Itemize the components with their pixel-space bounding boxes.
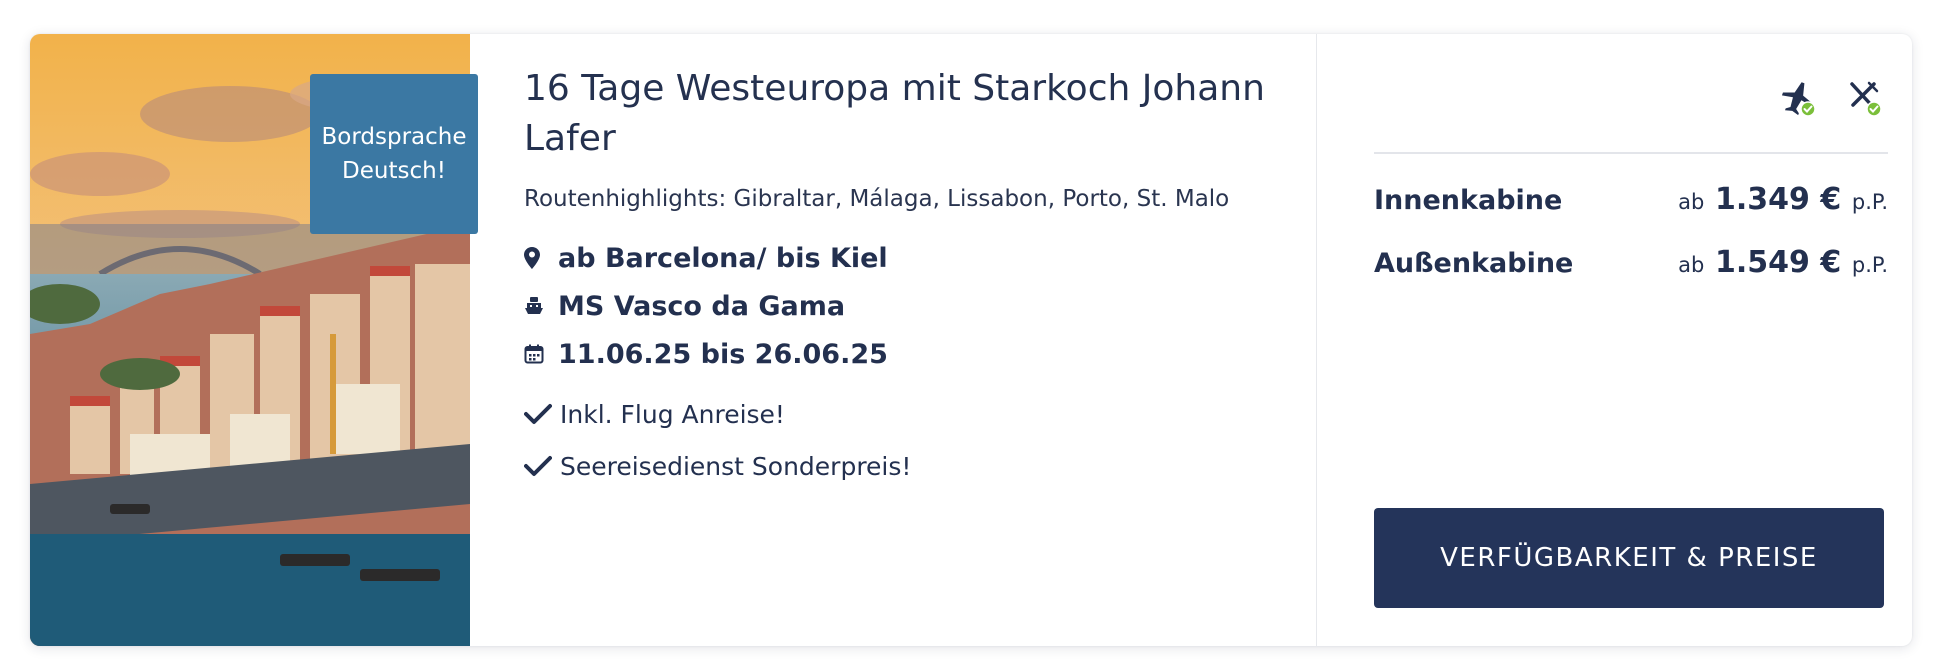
cabin-price: ab 1.549 € p.P. <box>1678 245 1888 280</box>
price-row-inside-cabin: Innenkabine ab 1.349 € p.P. <box>1374 182 1888 217</box>
column-divider <box>1316 34 1317 646</box>
feature-text: Seereisedienst Sonderpreis! <box>560 451 912 481</box>
offer-meta: ab Barcelona/ bis Kiel MS Vasco da Gama … <box>524 234 1304 378</box>
route-highlights: Routenhighlights: Gibraltar, Málaga, Lis… <box>524 186 1230 212</box>
price-panel: Innenkabine ab 1.349 € p.P. Außenkabine … <box>1374 34 1888 646</box>
ship-row: MS Vasco da Gama <box>524 282 1304 330</box>
price-amount: 1.349 € <box>1715 182 1842 217</box>
ship-icon <box>524 296 558 316</box>
price-suffix: p.P. <box>1851 253 1888 277</box>
travel-dates: 11.06.25 bis 26.06.25 <box>558 338 888 370</box>
offer-details: 16 Tage Westeuropa mit Starkoch Johann L… <box>524 64 1304 492</box>
checkmark-icon <box>524 403 560 425</box>
checkmark-icon <box>524 455 560 477</box>
ship-name: MS Vasco da Gama <box>558 290 846 322</box>
cruise-offer-card: Bordsprache Deutsch! 16 Tage Westeuropa … <box>30 34 1912 646</box>
flight-included-icon[interactable] <box>1778 78 1818 122</box>
cabin-type: Innenkabine <box>1374 185 1563 216</box>
price-prefix: ab <box>1678 253 1705 277</box>
price-suffix: p.P. <box>1851 190 1888 214</box>
offer-title[interactable]: 16 Tage Westeuropa mit Starkoch Johann L… <box>524 64 1304 164</box>
map-pin-icon <box>524 247 558 269</box>
feature-item: Seereisedienst Sonderpreis! <box>524 440 1304 492</box>
price-prefix: ab <box>1678 190 1705 214</box>
language-badge-text: Bordsprache Deutsch! <box>321 124 467 184</box>
dining-included-icon[interactable] <box>1844 78 1884 122</box>
cabin-price: ab 1.349 € p.P. <box>1678 182 1888 217</box>
price-separator <box>1374 152 1888 154</box>
feature-item: Inkl. Flug Anreise! <box>524 388 1304 440</box>
price-amount: 1.549 € <box>1715 245 1842 280</box>
route-text: ab Barcelona/ bis Kiel <box>558 242 888 274</box>
route-row: ab Barcelona/ bis Kiel <box>524 234 1304 282</box>
dates-row: 11.06.25 bis 26.06.25 <box>524 330 1304 378</box>
feature-icons <box>1778 78 1884 122</box>
calendar-icon <box>524 344 558 364</box>
price-row-outside-cabin: Außenkabine ab 1.549 € p.P. <box>1374 245 1888 280</box>
cabin-type: Außenkabine <box>1374 248 1574 279</box>
feature-text: Inkl. Flug Anreise! <box>560 399 785 429</box>
availability-prices-button[interactable]: VERFÜGBARKEIT & PREISE <box>1374 508 1884 608</box>
language-badge: Bordsprache Deutsch! <box>310 74 478 234</box>
included-features: Inkl. Flug Anreise! Seereisedienst Sonde… <box>524 388 1304 492</box>
